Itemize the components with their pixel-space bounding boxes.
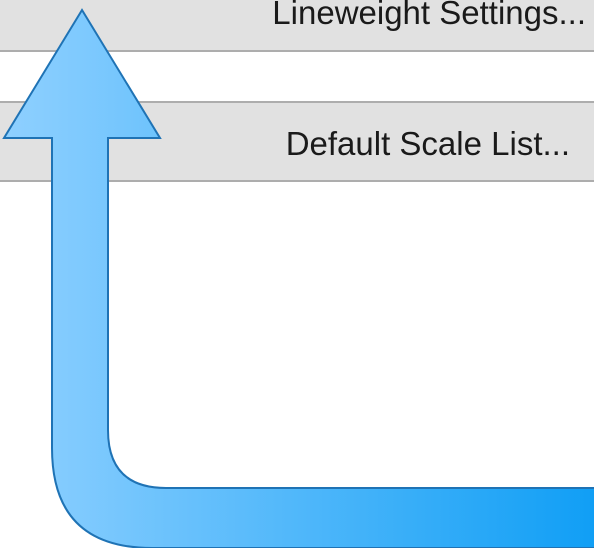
screenshot-stage: Lineweight Settings... Default Scale Lis… bbox=[0, 0, 594, 548]
callout-arrow-up-icon bbox=[2, 8, 594, 548]
